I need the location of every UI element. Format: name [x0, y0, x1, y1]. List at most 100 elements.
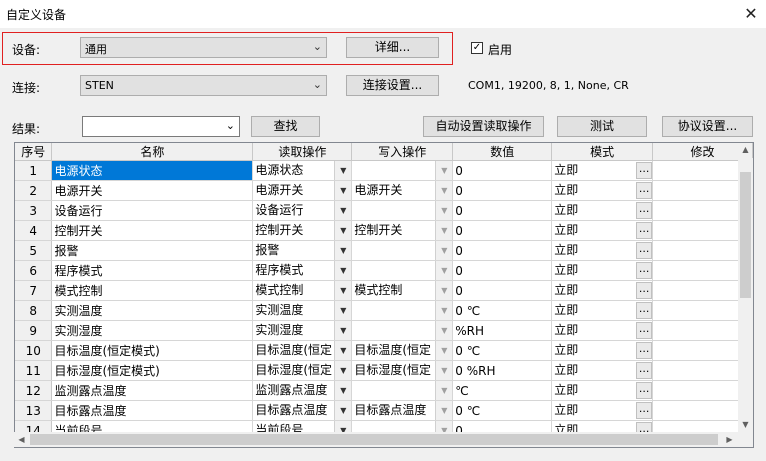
dropdown-arrow-icon[interactable]: ▼ [334, 181, 351, 200]
more-options-button[interactable]: ... [636, 262, 652, 279]
value-cell[interactable]: 0 [452, 260, 553, 281]
name-cell[interactable]: 目标露点温度 [51, 400, 254, 421]
table-row[interactable]: 4 控制开关 控制开关 ▼ 控制开关 ▼ 0 立即... [15, 220, 753, 241]
dropdown-arrow-icon[interactable]: ▼ [435, 181, 452, 200]
scroll-left-icon[interactable]: ◀ [14, 432, 29, 447]
name-cell[interactable]: 目标温度(恒定模式) [51, 340, 254, 361]
column-header[interactable]: 序号 [15, 143, 53, 161]
more-options-button[interactable]: ... [636, 182, 652, 199]
mode-cell[interactable]: 立即... [551, 220, 654, 241]
dropdown-arrow-icon[interactable]: ▼ [435, 281, 452, 300]
write-op-cell[interactable]: ▼ [351, 320, 454, 341]
name-cell[interactable]: 目标湿度(恒定模式) [51, 360, 254, 381]
write-op-cell[interactable]: 目标露点温度 ▼ [351, 400, 454, 421]
column-header[interactable]: 名称 [51, 143, 254, 161]
read-op-cell[interactable]: 设备运行 ▼ [252, 200, 353, 221]
read-op-cell[interactable]: 电源状态 ▼ [252, 160, 353, 181]
table-row[interactable]: 9 实测湿度 实测湿度 ▼ ▼ %RH 立即... [15, 320, 753, 341]
dropdown-arrow-icon[interactable]: ▼ [435, 161, 452, 180]
table-row[interactable]: 5 报警 报警 ▼ ▼ 0 立即... [15, 240, 753, 261]
mode-cell[interactable]: 立即... [551, 340, 654, 361]
dropdown-arrow-icon[interactable]: ▼ [334, 221, 351, 240]
value-cell[interactable]: 0 [452, 180, 553, 201]
test-button[interactable]: 测试 [557, 116, 647, 137]
table-row[interactable]: 3 设备运行 设备运行 ▼ ▼ 0 立即... [15, 200, 753, 221]
read-op-cell[interactable]: 目标湿度(恒定 ▼ [252, 360, 353, 381]
value-cell[interactable]: 0 ℃ [452, 400, 553, 421]
name-cell[interactable]: 报警 [51, 240, 254, 261]
more-options-button[interactable]: ... [636, 162, 652, 179]
value-cell[interactable]: 0 ℃ [452, 300, 553, 321]
write-op-cell[interactable]: ▼ [351, 380, 454, 401]
value-cell[interactable]: ℃ [452, 380, 553, 401]
close-icon[interactable]: ✕ [738, 2, 764, 26]
table-row[interactable]: 12 监测露点温度 监测露点温度 ▼ ▼ ℃ 立即... [15, 380, 753, 401]
table-row[interactable]: 11 目标湿度(恒定模式) 目标湿度(恒定 ▼ 目标湿度(恒定 ▼ 0 %RH 立即... [15, 360, 753, 381]
more-options-button[interactable]: ... [636, 202, 652, 219]
dropdown-arrow-icon[interactable]: ▼ [435, 361, 452, 380]
scroll-down-icon[interactable]: ▼ [738, 417, 753, 432]
dropdown-arrow-icon[interactable]: ▼ [435, 221, 452, 240]
write-op-cell[interactable]: ▼ [351, 240, 454, 261]
read-op-cell[interactable]: 监测露点温度 ▼ [252, 380, 353, 401]
mode-cell[interactable]: 立即... [551, 240, 654, 261]
dropdown-arrow-icon[interactable]: ▼ [334, 281, 351, 300]
table-row[interactable]: 8 实测温度 实测温度 ▼ ▼ 0 ℃ 立即... [15, 300, 753, 321]
vertical-scroll-thumb[interactable] [740, 172, 751, 298]
value-cell[interactable]: 0 %RH [452, 360, 553, 381]
enable-checkbox[interactable]: ✓ [471, 42, 483, 54]
read-op-cell[interactable]: 电源开关 ▼ [252, 180, 353, 201]
name-cell[interactable]: 电源开关 [51, 180, 254, 201]
detail-button[interactable]: 详细... [346, 37, 439, 58]
dropdown-arrow-icon[interactable]: ▼ [435, 321, 452, 340]
mode-cell[interactable]: 立即... [551, 300, 654, 321]
dropdown-arrow-icon[interactable]: ▼ [334, 321, 351, 340]
mode-cell[interactable]: 立即... [551, 320, 654, 341]
scroll-up-icon[interactable]: ▲ [738, 142, 753, 157]
name-cell[interactable]: 实测湿度 [51, 320, 254, 341]
more-options-button[interactable]: ... [636, 402, 652, 419]
mode-cell[interactable]: 立即... [551, 160, 654, 181]
value-cell[interactable]: 0 [452, 220, 553, 241]
dropdown-arrow-icon[interactable]: ▼ [435, 301, 452, 320]
write-op-cell[interactable]: 电源开关 ▼ [351, 180, 454, 201]
mode-cell[interactable]: 立即... [551, 180, 654, 201]
read-op-cell[interactable]: 目标露点温度 ▼ [252, 400, 353, 421]
column-header[interactable]: 写入操作 [351, 143, 454, 161]
table-row[interactable]: 1 电源状态 电源状态 ▼ ▼ 0 立即... [15, 160, 753, 181]
write-op-cell[interactable]: ▼ [351, 260, 454, 281]
connection-select[interactable]: STEN ⌄ [80, 75, 327, 96]
read-op-cell[interactable]: 实测温度 ▼ [252, 300, 353, 321]
protocol-settings-button[interactable]: 协议设置... [662, 116, 753, 137]
dropdown-arrow-icon[interactable]: ▼ [334, 241, 351, 260]
write-op-cell[interactable]: 目标湿度(恒定 ▼ [351, 360, 454, 381]
dropdown-arrow-icon[interactable]: ▼ [334, 161, 351, 180]
dropdown-arrow-icon[interactable]: ▼ [334, 201, 351, 220]
horizontal-scroll-thumb[interactable] [30, 434, 718, 445]
read-op-cell[interactable]: 报警 ▼ [252, 240, 353, 261]
dropdown-arrow-icon[interactable]: ▼ [334, 401, 351, 420]
name-cell[interactable]: 程序模式 [51, 260, 254, 281]
mode-cell[interactable]: 立即... [551, 280, 654, 301]
find-button[interactable]: 查找 [251, 116, 320, 137]
column-header[interactable]: 读取操作 [252, 143, 353, 161]
write-op-cell[interactable]: ▼ [351, 200, 454, 221]
write-op-cell[interactable]: ▼ [351, 300, 454, 321]
table-row[interactable]: 10 目标温度(恒定模式) 目标温度(恒定 ▼ 目标温度(恒定 ▼ 0 ℃ 立即... [15, 340, 753, 361]
name-cell[interactable]: 模式控制 [51, 280, 254, 301]
more-options-button[interactable]: ... [636, 342, 652, 359]
mode-cell[interactable]: 立即... [551, 400, 654, 421]
name-cell[interactable]: 控制开关 [51, 220, 254, 241]
value-cell[interactable]: 0 [452, 200, 553, 221]
table-row[interactable]: 2 电源开关 电源开关 ▼ 电源开关 ▼ 0 立即... [15, 180, 753, 201]
name-cell[interactable]: 监测露点温度 [51, 380, 254, 401]
write-op-cell[interactable]: ▼ [351, 160, 454, 181]
mode-cell[interactable]: 立即... [551, 200, 654, 221]
table-row[interactable]: 6 程序模式 程序模式 ▼ ▼ 0 立即... [15, 260, 753, 281]
mode-cell[interactable]: 立即... [551, 360, 654, 381]
connection-settings-button[interactable]: 连接设置... [346, 75, 439, 96]
more-options-button[interactable]: ... [636, 362, 652, 379]
more-options-button[interactable]: ... [636, 222, 652, 239]
auto-set-read-button[interactable]: 自动设置读取操作 [423, 116, 544, 137]
table-row[interactable]: 13 目标露点温度 目标露点温度 ▼ 目标露点温度 ▼ 0 ℃ 立即... [15, 400, 753, 421]
